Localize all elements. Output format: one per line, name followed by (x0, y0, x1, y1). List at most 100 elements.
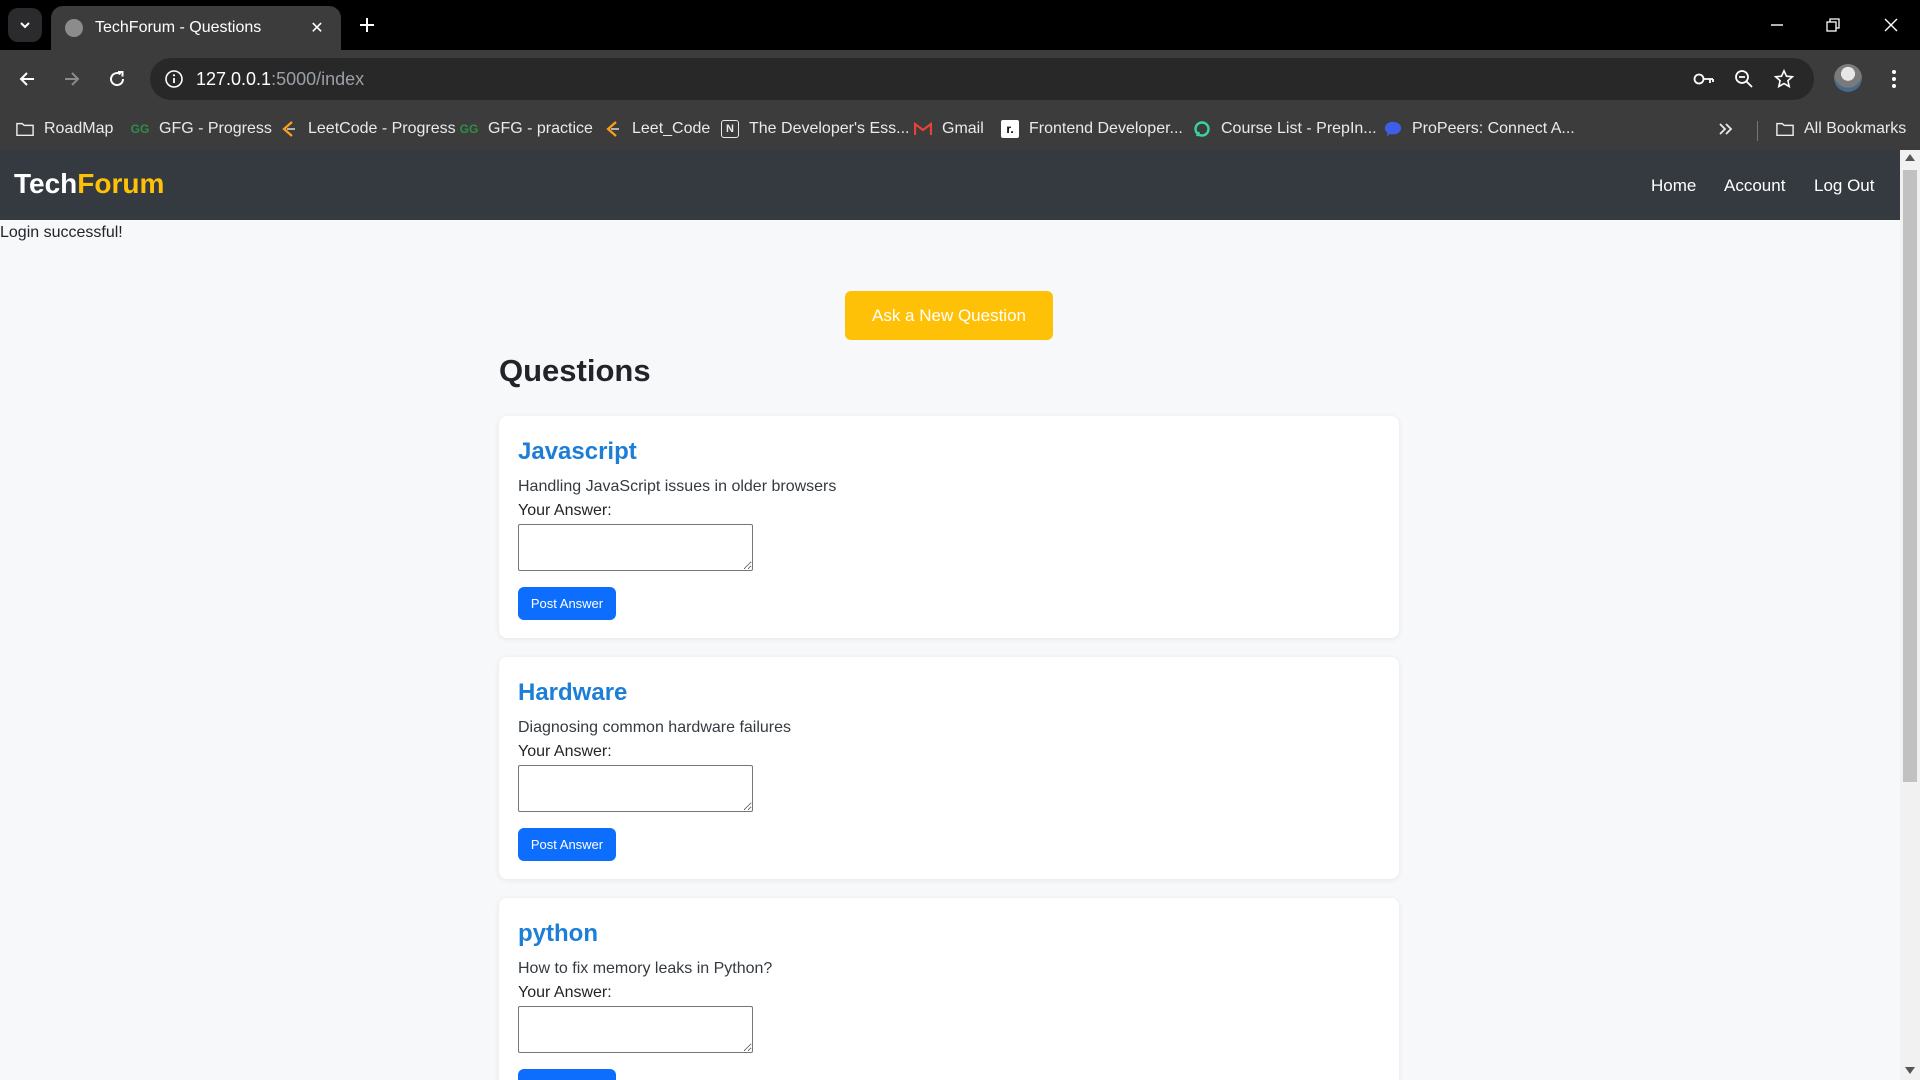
ask-question-button[interactable]: Ask a New Question (845, 291, 1053, 340)
plus-icon (360, 18, 374, 32)
bookmark-label: LeetCode - Progress (308, 120, 456, 137)
forward-button[interactable] (57, 64, 87, 94)
question-description: Handling JavaScript issues in older brow… (518, 478, 837, 495)
bookmark-label: Course List - PrepIn... (1221, 120, 1377, 137)
reload-button[interactable] (102, 64, 132, 94)
question-title[interactable]: python (518, 920, 598, 948)
page-scrollbar[interactable] (1900, 150, 1920, 1080)
page-viewport: TechForum Home Account Log Out Login suc… (0, 150, 1900, 1080)
url-path: :5000/index (271, 69, 365, 89)
gfg-icon: GG (130, 122, 150, 136)
chevron-down-icon (20, 22, 30, 29)
question-card: Hardware Diagnosing common hardware fail… (499, 657, 1399, 879)
bookmark-prepinsta[interactable]: Course List - PrepIn... (1193, 116, 1377, 142)
reload-icon (110, 71, 125, 87)
all-bookmarks-button[interactable]: All Bookmarks (1776, 116, 1906, 142)
restore-button[interactable] (1818, 12, 1848, 38)
bookmarks-overflow-button[interactable] (1718, 116, 1734, 142)
bookmark-frontend-developer[interactable]: r. Frontend Developer... (1001, 116, 1183, 142)
bookmark-developers-essentials[interactable]: N The Developer's Ess... (721, 116, 909, 142)
bookmark-gmail[interactable]: Gmail (914, 116, 984, 142)
chevron-double-right-icon (1719, 123, 1733, 135)
question-description: How to fix memory leaks in Python? (518, 960, 773, 977)
bookmark-label: RoadMap (44, 120, 114, 137)
page-title: Questions (499, 353, 651, 388)
minimize-icon (1771, 24, 1783, 26)
nav-logout-link[interactable]: Log Out (1814, 176, 1875, 196)
scroll-down-arrow-icon[interactable] (1905, 1067, 1915, 1074)
close-icon[interactable]: ✕ (307, 18, 327, 38)
prepinsta-icon (1193, 120, 1211, 138)
frontend-icon: r. (1001, 120, 1019, 138)
gmail-icon (914, 120, 932, 138)
bookmark-label: GFG - Progress (159, 120, 272, 137)
scroll-up-arrow-icon[interactable] (1905, 154, 1915, 161)
answer-textarea[interactable] (518, 765, 753, 812)
star-icon (1774, 69, 1794, 89)
key-icon (1693, 73, 1714, 85)
bookmark-star-button[interactable] (1772, 67, 1796, 91)
url-host: 127.0.0.1 (196, 69, 272, 89)
address-bar[interactable]: 127.0.0.1:5000/index (150, 58, 1814, 100)
bookmarks-divider (1757, 121, 1758, 141)
post-answer-button[interactable]: Post Answer (518, 587, 616, 620)
browser-toolbar: 127.0.0.1:5000/index (0, 50, 1920, 108)
password-key-button[interactable] (1692, 67, 1716, 91)
site-brand[interactable]: TechForum (14, 168, 164, 200)
scrollbar-thumb[interactable] (1903, 170, 1917, 782)
more-vertical-icon (1892, 70, 1896, 88)
close-window-button[interactable] (1876, 12, 1906, 38)
bookmark-propeers[interactable]: ProPeers: Connect A... (1384, 116, 1575, 142)
tab-title: TechForum - Questions (95, 19, 262, 36)
browser-tabstrip: TechForum - Questions ✕ (0, 0, 1920, 50)
browser-menu-button[interactable] (1880, 64, 1908, 94)
site-info-button[interactable] (162, 67, 186, 91)
bookmark-leet-code[interactable]: Leet_Code (604, 116, 710, 142)
profile-avatar[interactable] (1834, 64, 1862, 92)
question-card: Javascript Handling JavaScript issues in… (499, 416, 1399, 638)
gfg-icon: GG (459, 122, 479, 136)
folder-icon (16, 120, 34, 138)
question-title[interactable]: Javascript (518, 438, 637, 466)
nav-home-link[interactable]: Home (1651, 176, 1696, 196)
browser-tab-active[interactable]: TechForum - Questions ✕ (51, 6, 341, 50)
answer-label: Your Answer: (518, 743, 612, 760)
question-title[interactable]: Hardware (518, 679, 627, 707)
restore-icon (1826, 18, 1840, 32)
bookmark-label: Leet_Code (632, 120, 711, 137)
post-answer-button[interactable]: Post Answer (518, 1069, 616, 1080)
back-button[interactable] (12, 64, 42, 94)
zoom-button[interactable] (1732, 67, 1756, 91)
bookmarks-bar: RoadMap GG GFG - Progress LeetCode - Pro… (0, 108, 1920, 150)
bookmark-gfg-practice[interactable]: GG GFG - practice (460, 116, 593, 142)
all-bookmarks-label: All Bookmarks (1804, 120, 1907, 137)
bookmark-label: The Developer's Ess... (749, 120, 910, 137)
url-text: 127.0.0.1:5000/index (196, 69, 364, 90)
globe-icon (65, 19, 83, 37)
arrow-right-icon (65, 72, 80, 86)
leetcode-icon (280, 120, 298, 138)
post-answer-button[interactable]: Post Answer (518, 828, 616, 861)
leetcode-icon (604, 120, 622, 138)
bookmark-label: GFG - practice (488, 120, 593, 137)
answer-textarea[interactable] (518, 1006, 753, 1053)
zoom-out-icon (1735, 70, 1753, 88)
notion-icon: N (721, 120, 739, 138)
info-icon (165, 70, 183, 88)
bookmark-leetcode-progress[interactable]: LeetCode - Progress (280, 116, 456, 142)
question-description: Diagnosing common hardware failures (518, 719, 792, 736)
bookmark-label: Gmail (942, 120, 984, 137)
brand-main: Tech (14, 168, 78, 199)
minimize-button[interactable] (1762, 12, 1792, 38)
brand-accent: Forum (77, 168, 165, 199)
tab-search-button[interactable] (8, 8, 42, 42)
bookmark-gfg-progress[interactable]: GG GFG - Progress (131, 116, 272, 142)
new-tab-button[interactable] (352, 10, 382, 40)
question-card: python How to fix memory leaks in Python… (499, 898, 1399, 1080)
nav-account-link[interactable]: Account (1724, 176, 1785, 196)
answer-textarea[interactable] (518, 524, 753, 571)
bookmark-roadmap[interactable]: RoadMap (16, 116, 113, 142)
bookmark-label: Frontend Developer... (1029, 120, 1183, 137)
folder-icon (1776, 120, 1794, 138)
site-navbar: TechForum Home Account Log Out (0, 150, 1900, 220)
